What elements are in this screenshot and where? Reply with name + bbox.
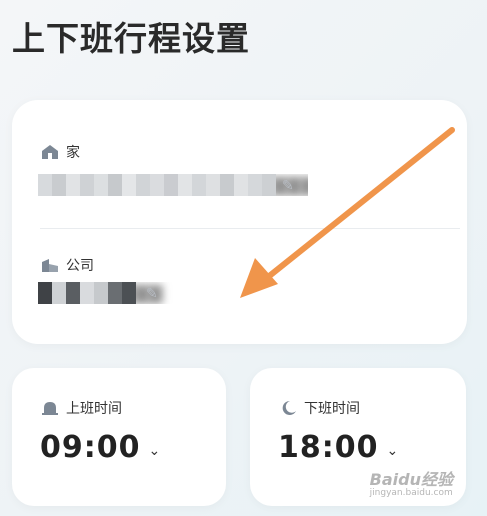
home-label-row: 家 xyxy=(40,142,80,162)
route-card: 家 ▇▇▇▇▇▇▇▇▇▇▇▇▇▇▇▇▇▇▇▇ ✎ 公司 ▇▇▇▇▇▇▇▇▇ ✎ xyxy=(12,100,467,344)
route-divider xyxy=(40,228,460,229)
company-label: 公司 xyxy=(66,258,94,274)
home-label: 家 xyxy=(66,145,80,161)
home-icon xyxy=(42,145,58,159)
watermark-text: Baidu经验 xyxy=(369,470,453,489)
company-address-mosaic xyxy=(38,282,136,304)
building-icon xyxy=(42,259,58,272)
company-address[interactable]: ▇▇▇▇▇▇▇▇▇ xyxy=(38,282,188,304)
watermark: Baidu经验 jingyan.baidu.com xyxy=(370,466,453,498)
start-time-label: 上班时间 xyxy=(66,401,122,417)
chevron-down-icon: ⌄ xyxy=(386,442,399,459)
watermark-sub: jingyan.baidu.com xyxy=(369,488,453,498)
end-time-label: 下班时间 xyxy=(304,401,360,417)
end-time-selector[interactable]: 18:00 ⌄ xyxy=(278,430,398,465)
start-time-value: 09:00 xyxy=(40,430,141,465)
chevron-down-icon: ⌄ xyxy=(148,442,161,459)
company-label-row: 公司 xyxy=(40,255,94,275)
end-time-value: 18:00 xyxy=(278,430,379,465)
start-time-selector[interactable]: 09:00 ⌄ xyxy=(40,430,160,465)
start-time-card[interactable]: 上班时间 09:00 ⌄ xyxy=(12,368,226,506)
page-title: 上下班行程设置 xyxy=(12,19,250,58)
bell-icon xyxy=(42,402,58,415)
home-edit-icon[interactable]: ✎ xyxy=(282,178,294,194)
start-time-label-row: 上班时间 xyxy=(40,398,122,418)
company-edit-icon[interactable]: ✎ xyxy=(146,286,158,302)
end-time-label-row: 下班时间 xyxy=(278,398,360,418)
moon-icon xyxy=(282,400,296,415)
home-address-mosaic xyxy=(38,174,276,196)
home-address[interactable]: ▇▇▇▇▇▇▇▇▇▇▇▇▇▇▇▇▇▇▇▇ xyxy=(38,174,308,196)
